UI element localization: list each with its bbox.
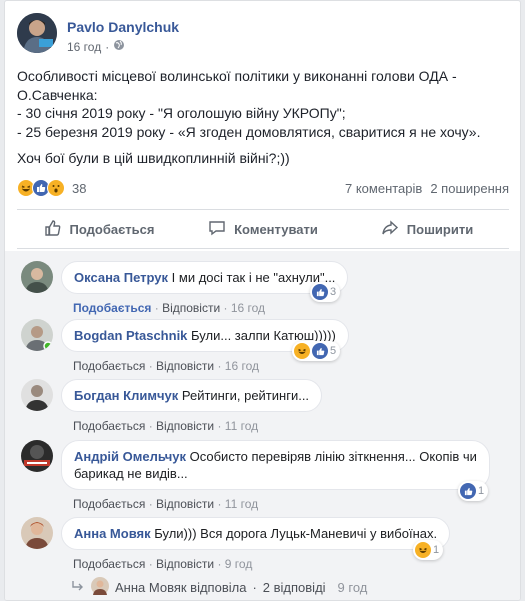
comments-section: Оксана Петрук І ми досі так і не "ахнули… <box>5 251 520 600</box>
comment-text: І ми досі так і не "ахнули"... <box>171 270 336 285</box>
reply-author[interactable]: Анна Мовяк відповіла <box>115 580 246 595</box>
post-meta: 16 год · <box>67 39 125 54</box>
post-time[interactable]: 16 год <box>67 40 101 54</box>
comment-like-link[interactable]: Подобається <box>73 497 145 511</box>
comment-button[interactable]: Коментувати <box>181 210 345 248</box>
like-button[interactable]: Подобається <box>17 210 181 248</box>
reply-time: 9 год <box>337 580 368 595</box>
like-icon <box>460 483 476 499</box>
comment-actions: Подобається · Відповісти · 16 год <box>73 301 266 315</box>
comment-author[interactable]: Андрій Омельчук <box>74 449 186 464</box>
comment-reactions[interactable]: 5 <box>292 341 341 361</box>
reaction-count[interactable]: 38 <box>72 181 86 196</box>
comment-reactions[interactable]: 1 <box>458 481 489 501</box>
comment-icon <box>208 219 226 240</box>
comment-reply-link[interactable]: Відповісти <box>156 557 214 571</box>
post-text-line: О.Савченка: <box>17 86 98 103</box>
comment-bubble: Богдан Климчук Рейтинги, рейтинги... <box>61 379 323 412</box>
replies-summary[interactable]: Анна Мовяк відповіла · 2 відповіді 9 год <box>71 577 367 598</box>
comment-actions: Подобається · Відповісти · 11 год <box>73 419 259 433</box>
commenter-avatar[interactable] <box>21 261 53 293</box>
comment-reaction-count: 5 <box>330 345 337 357</box>
commenter-avatar[interactable] <box>21 319 53 351</box>
comment-actions: Подобається · Відповісти · 16 год <box>73 359 260 373</box>
comments-count[interactable]: 7 коментарів <box>345 181 422 196</box>
comment-time[interactable]: 16 год <box>225 359 259 373</box>
comment-reactions[interactable]: 3 <box>310 282 341 302</box>
like-label: Подобається <box>69 221 155 237</box>
comment-text: Були))) Вся дорога Луцьк-Маневичі у вибо… <box>154 526 438 541</box>
comment-like-link[interactable]: Подобається <box>73 419 145 433</box>
share-button[interactable]: Поширити <box>345 210 509 248</box>
shares-count[interactable]: 2 поширення <box>430 181 509 196</box>
comment-actions: Подобається · Відповісти · 11 год <box>73 497 259 511</box>
comment-reactions[interactable]: 1 <box>413 540 444 560</box>
comment-time[interactable]: 11 год <box>225 497 258 511</box>
haha-emoji <box>294 343 310 359</box>
like-icon <box>312 284 328 300</box>
post-header: Pavlo Danylchuk 16 год · <box>17 13 507 57</box>
globe-icon <box>113 39 125 54</box>
like-icon <box>312 343 328 359</box>
wow-emoji[interactable] <box>47 179 65 197</box>
post-card: Pavlo Danylchuk 16 год · Особливості міс… <box>4 0 521 601</box>
comment-reply-link[interactable]: Відповісти <box>156 359 214 373</box>
comment-bubble: Андрій Омельчук Особисто перевіряв лінію… <box>61 440 490 490</box>
comment-text: Рейтинги, рейтинги... <box>181 388 310 403</box>
comment-like-link[interactable]: Подобається <box>73 301 151 315</box>
comment-author[interactable]: Bogdan Ptaschnik <box>74 328 187 343</box>
comment-reaction-count: 3 <box>330 286 337 298</box>
comment-author[interactable]: Оксана Петрук <box>74 270 168 285</box>
comment-reply-link[interactable]: Відповісти <box>156 497 214 511</box>
commenter-avatar[interactable] <box>21 379 53 411</box>
comment-reply-link[interactable]: Відповісти <box>156 419 214 433</box>
comment-label: Коментувати <box>234 221 318 237</box>
post-actions: Подобається Коментувати Поширити <box>17 209 509 249</box>
reply-avatar <box>91 577 109 598</box>
reply-count[interactable]: 2 відповіді <box>263 580 326 595</box>
post-text-line: - 25 березня 2019 року - «Я згоден домов… <box>17 123 481 140</box>
reply-arrow-icon <box>71 580 85 595</box>
meta-dot: · <box>105 39 110 54</box>
share-label: Поширити <box>406 221 474 237</box>
post-text: Особливості місцевої волинської політики… <box>17 67 509 168</box>
haha-emoji <box>415 542 431 558</box>
comment-reaction-count: 1 <box>478 485 485 497</box>
commenter-avatar[interactable] <box>21 517 53 549</box>
author-avatar[interactable] <box>17 13 57 53</box>
post-text-line: Хоч бої були в цій швидкоплинній війні?;… <box>17 150 290 166</box>
post-stats: 7 коментарів 2 поширення <box>345 181 509 196</box>
comment-like-link[interactable]: Подобається <box>73 359 145 373</box>
comment-text: Особисто перевіряв лінію зіткнення... Ок… <box>189 449 477 464</box>
post-text-line: - 30 січня 2019 року - "Я оголошую війну… <box>17 105 346 121</box>
comment-reply-link[interactable]: Відповісти <box>162 301 220 315</box>
comment-author[interactable]: Богдан Климчук <box>74 388 178 403</box>
like-icon <box>44 219 62 240</box>
comment-bubble: Оксана Петрук І ми досі так і не "ахнули… <box>61 261 349 294</box>
comment-time[interactable]: 16 год <box>231 301 265 315</box>
post-author[interactable]: Pavlo Danylchuk <box>67 19 179 35</box>
reactions-bar: 38 7 коментарів 2 поширення <box>17 177 509 199</box>
comment-reaction-count: 1 <box>433 544 440 556</box>
post-text-line: Особливості місцевої волинської політики… <box>17 68 457 84</box>
comment-actions: Подобається · Відповісти · 9 год <box>73 557 253 571</box>
comment-bubble: Анна Мовяк Були))) Вся дорога Луцьк-Мане… <box>61 517 451 550</box>
comment-text: барикад не видів... <box>74 466 188 481</box>
comment-time[interactable]: 9 год <box>225 557 253 571</box>
comment-author[interactable]: Анна Мовяк <box>74 526 151 541</box>
comment-time[interactable]: 11 год <box>225 419 258 433</box>
comment-like-link[interactable]: Подобається <box>73 557 145 571</box>
share-icon <box>381 219 399 240</box>
commenter-avatar[interactable] <box>21 440 53 472</box>
